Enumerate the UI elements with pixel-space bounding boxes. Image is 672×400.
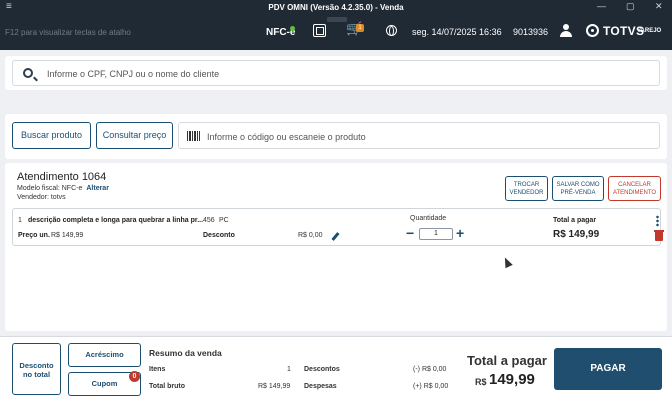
client-search-card: Informe o CPF, CNPJ ou o nome do cliente	[5, 56, 667, 90]
total-currency: R$	[475, 377, 487, 387]
swap-seller-button[interactable]: TROCAR VENDEDOR	[505, 176, 548, 201]
globe-icon[interactable]	[386, 25, 397, 36]
discount-label: Desconto	[203, 232, 235, 239]
cart-count-badge: 1	[356, 24, 364, 32]
sale-footer: Desconto no total Acréscimo Cupom Promoc…	[0, 336, 672, 400]
items-label: Itens	[149, 366, 166, 373]
discount-total-label-2: no total	[22, 370, 51, 379]
totvs-logo-icon	[586, 24, 599, 37]
quantity-label: Quantidade	[410, 215, 447, 222]
close-button[interactable]: ✕	[655, 1, 663, 12]
title-bar: ≡ PDV OMNI (Versão 4.2.35.0) - Venda — ▢…	[0, 0, 672, 14]
fiscal-model-line: Modelo fiscal: NFC-e Alterar	[17, 185, 109, 192]
discount-value: R$ 0,00	[298, 232, 323, 239]
promo-count-badge: 0	[129, 371, 140, 382]
unit-price-label: Preço un.	[18, 232, 50, 239]
cancel-sale-label-1: CANCELAR	[618, 182, 651, 188]
nfce-status-dot-icon	[290, 26, 295, 31]
swap-seller-label-2: VENDEDOR	[509, 190, 544, 196]
total-to-pay-value: 149,99	[489, 371, 535, 388]
change-fiscal-model-link[interactable]: Alterar	[86, 185, 109, 192]
shortcut-hint: F12 para visualizar teclas de atalho	[5, 28, 131, 37]
item-total-value: R$ 149,99	[553, 229, 600, 240]
app-header: F12 para visualizar teclas de atalho NFC…	[0, 14, 672, 50]
sale-card: Atendimento 1064 Modelo fiscal: NFC-e Alt…	[5, 163, 667, 331]
discounts-label: Descontos	[304, 366, 340, 373]
client-search-input[interactable]: Informe o CPF, CNPJ ou o nome do cliente	[12, 60, 660, 86]
sale-title: Atendimento 1064	[17, 171, 107, 183]
sale-item-row[interactable]: 1 descrição completa e longa para quebra…	[12, 208, 664, 246]
fiscal-model: Modelo fiscal: NFC-e	[17, 185, 83, 192]
tooltip	[327, 17, 347, 22]
seller-info: Vendedor: totvs	[17, 194, 66, 201]
logo-subtext: VAREJO	[637, 28, 662, 34]
gross-total-value: R$ 149,99	[258, 383, 291, 390]
quantity-input[interactable]: 1	[419, 228, 453, 240]
swap-seller-label-1: TROCAR	[513, 182, 540, 188]
discounts-value: (-) R$ 0,00	[413, 366, 447, 373]
edit-discount-pencil-icon[interactable]	[331, 232, 340, 241]
surcharge-button[interactable]: Acréscimo	[68, 343, 141, 367]
check-price-button[interactable]: Consultar preço	[96, 122, 173, 149]
minimize-button[interactable]: —	[597, 1, 606, 11]
discount-total-label-1: Desconto	[19, 361, 54, 370]
total-to-pay-label: Total a pagar	[467, 353, 547, 368]
cancel-sale-label-2: ATENDIMENTO	[612, 190, 657, 196]
client-search-placeholder: Informe o CPF, CNPJ ou o nome do cliente	[47, 69, 220, 79]
items-value: 1	[287, 366, 291, 373]
summary-title: Resumo da venda	[149, 348, 222, 358]
keyboard-icon[interactable]	[313, 24, 326, 37]
product-code-input[interactable]: Informe o código ou escaneie o produto	[178, 122, 660, 149]
item-index: 1	[18, 217, 22, 224]
more-options-icon[interactable]	[656, 215, 659, 227]
gross-total-label: Total bruto	[149, 383, 186, 390]
barcode-icon	[187, 131, 200, 141]
cancel-sale-button[interactable]: CANCELAR ATENDIMENTO	[608, 176, 661, 201]
pay-button[interactable]: PAGAR	[554, 348, 662, 390]
item-unit: PC	[219, 217, 229, 224]
user-icon[interactable]	[560, 24, 572, 37]
save-presale-label-1: SALVAR COMO	[556, 182, 600, 188]
unit-price-value: R$ 149,99	[51, 232, 84, 239]
discount-total-button[interactable]: Desconto no total	[12, 343, 61, 395]
search-icon	[23, 68, 33, 78]
expenses-label: Despesas	[304, 383, 337, 390]
search-product-button[interactable]: Buscar produto	[12, 122, 91, 149]
datetime: seg. 14/07/2025 16:36	[412, 27, 502, 37]
save-presale-label-2: PRÉ-VENDA	[560, 190, 596, 196]
item-total-label: Total a pagar	[553, 217, 597, 224]
maximize-button[interactable]: ▢	[626, 1, 635, 12]
expenses-value: (+) R$ 0,00	[413, 383, 449, 390]
product-code-placeholder: Informe o código ou escaneie o produto	[207, 132, 366, 142]
save-presale-button[interactable]: SALVAR COMO PRÉ-VENDA	[552, 176, 604, 201]
store-code: 9013936	[513, 27, 549, 37]
item-code: 456	[203, 217, 215, 224]
product-entry-card: Buscar produto Consultar preço Informe o…	[5, 114, 667, 159]
trash-icon[interactable]	[654, 230, 664, 241]
decrease-quantity-button[interactable]: −	[406, 226, 414, 240]
window-title: PDV OMNI (Versão 4.2.35.0) - Venda	[268, 3, 404, 12]
increase-quantity-button[interactable]: +	[456, 226, 464, 240]
item-description: descrição completa e longa para quebrar …	[28, 217, 204, 224]
